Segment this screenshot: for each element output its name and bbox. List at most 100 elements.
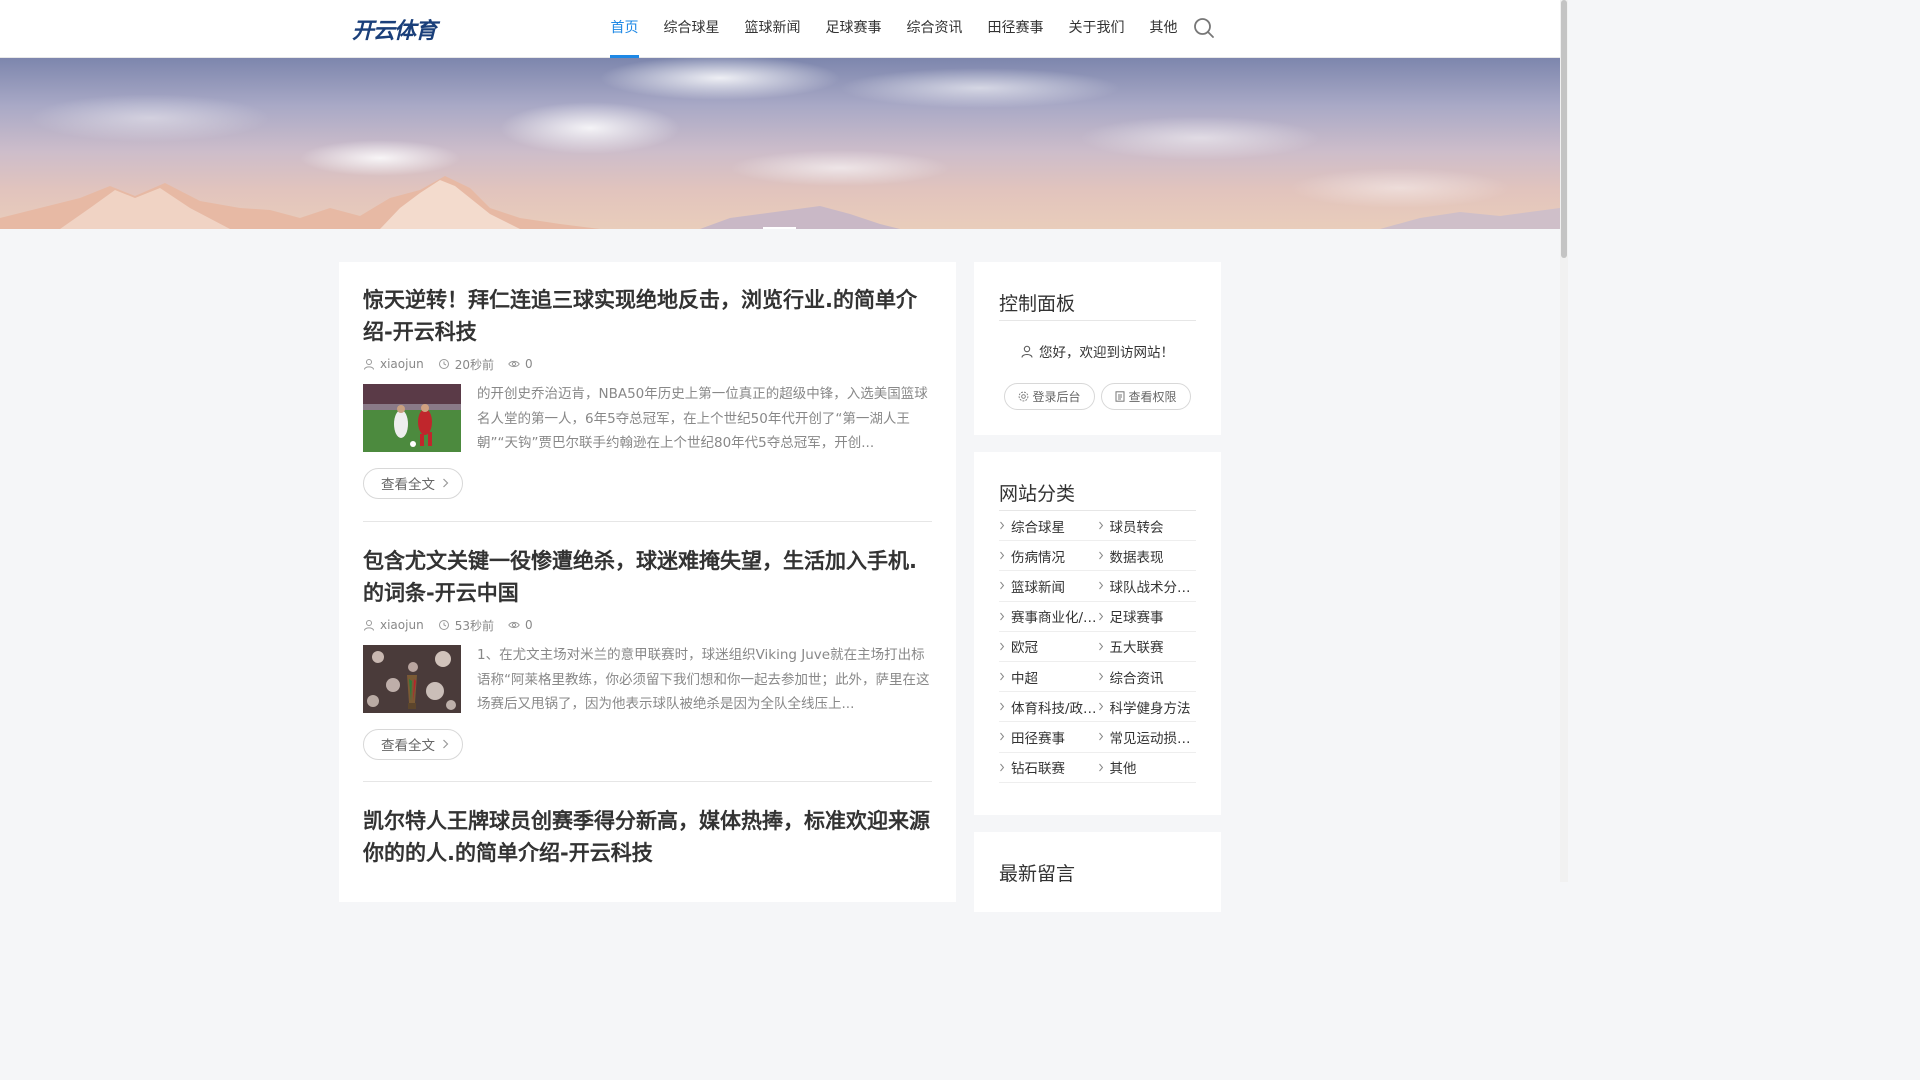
category-label: 数据表现 xyxy=(1109,549,1164,566)
category-label: 足球赛事 xyxy=(1109,610,1164,627)
category-item[interactable]: 五大联赛 xyxy=(1098,636,1197,656)
category-item[interactable]: 数据表现 xyxy=(1098,546,1197,566)
category-label: 田径赛事 xyxy=(1011,730,1065,747)
category-item[interactable]: 体育科技/政… xyxy=(999,697,1098,717)
category-item[interactable]: 球员转会 xyxy=(1098,516,1197,536)
category-item[interactable]: 田径赛事 xyxy=(999,727,1098,747)
chevron-right-icon xyxy=(1098,642,1103,651)
post-title[interactable]: 惊天逆转！拜仁连追三球实现绝地反击，浏览行业.的简单介绍-开云科技 xyxy=(363,284,932,348)
post-excerpt: 1、在尤文主场对米兰的意甲联赛时，球迷组织Viking Juve就在主场打出标语… xyxy=(477,647,930,712)
page-scrollbar[interactable] xyxy=(1560,0,1568,882)
scrollbar-thumb[interactable] xyxy=(1561,0,1567,258)
category-item[interactable]: 常见运动损… xyxy=(1098,727,1197,747)
category-item[interactable]: 足球赛事 xyxy=(1098,606,1197,626)
post-title[interactable]: 包含尤文关键一役惨遭绝杀，球迷难掩失望，生活加入手机.的词条-开云中国 xyxy=(363,545,932,609)
chevron-right-icon xyxy=(443,739,449,749)
category-item[interactable]: 伤病情况 xyxy=(999,546,1098,566)
category-label: 综合资讯 xyxy=(1109,670,1164,687)
read-more-label: 查看全文 xyxy=(381,738,435,754)
category-item[interactable]: 篮球新闻 xyxy=(999,576,1098,596)
login-admin-label: 登录后台 xyxy=(1032,390,1081,404)
category-row: 田径赛事 常见运动损… xyxy=(999,722,1197,753)
category-label: 科学健身方法 xyxy=(1109,700,1191,717)
post-thumbnail[interactable] xyxy=(363,384,461,452)
category-item[interactable]: 科学健身方法 xyxy=(1098,697,1197,717)
nav-item-4[interactable]: 综合资讯 xyxy=(894,0,975,58)
category-item[interactable]: 综合资讯 xyxy=(1098,667,1197,687)
read-more-label: 查看全文 xyxy=(381,477,435,493)
chevron-right-icon xyxy=(1098,551,1103,560)
control-panel-card: 控制面板 您好，欢迎到访网站！ 登录后台 查看权限 xyxy=(974,262,1221,435)
category-item[interactable]: 赛事商业化/… xyxy=(999,606,1098,626)
post-thumbnail[interactable] xyxy=(363,645,461,713)
site-logo[interactable]: 开云体育 xyxy=(352,13,437,45)
post-divider xyxy=(363,521,932,522)
chevron-right-icon xyxy=(1000,521,1005,530)
chevron-right-icon xyxy=(1098,733,1103,741)
post-time: 53秒前 xyxy=(454,618,494,633)
chevron-right-icon xyxy=(1000,612,1005,620)
gear-icon xyxy=(1019,391,1029,402)
category-item[interactable]: 综合球星 xyxy=(999,516,1098,536)
category-item[interactable]: 钻石联赛 xyxy=(999,757,1098,777)
category-row: 欧冠 五大联赛 xyxy=(999,632,1196,662)
category-row: 综合球星 球员转会 xyxy=(999,511,1197,542)
read-more-button[interactable]: 查看全文 xyxy=(363,728,463,760)
post-author[interactable]: xiaojun xyxy=(380,357,424,371)
nav-item-2[interactable]: 篮球新闻 xyxy=(732,0,813,58)
category-item[interactable]: 球队战术分… xyxy=(1098,576,1197,596)
login-admin-button[interactable]: 登录后台 xyxy=(1004,383,1095,410)
chevron-right-icon xyxy=(1098,582,1103,590)
post-item: 凯尔特人王牌球员创赛季得分新高，媒体热捧，标准欢迎来源你的的人.的简单介绍-开云… xyxy=(363,805,932,869)
site-header: 开云体育 首页 综合球星 篮球新闻 足球赛事 综合资讯 田径赛事 关于我们 其他 xyxy=(0,0,1560,58)
nav-item-7[interactable]: 其他 xyxy=(1137,0,1190,58)
post-time: 20秒前 xyxy=(454,357,494,372)
hero-banner[interactable] xyxy=(0,58,1560,229)
title-divider xyxy=(999,320,1196,321)
category-label: 篮球新闻 xyxy=(1011,579,1065,596)
nav-item-5[interactable]: 田径赛事 xyxy=(975,0,1056,58)
category-label: 体育科技/政… xyxy=(1011,700,1097,717)
category-item[interactable]: 中超 xyxy=(999,667,1098,687)
search-icon[interactable] xyxy=(1192,16,1216,40)
banner-indicator[interactable] xyxy=(763,227,796,229)
post-item: 包含尤文关键一役惨遭绝杀，球迷难掩失望，生活加入手机.的词条-开云中国 xiao… xyxy=(363,545,932,760)
category-label: 球队战术分… xyxy=(1109,579,1191,596)
category-item[interactable]: 其他 xyxy=(1098,757,1197,777)
post-author[interactable]: xiaojun xyxy=(380,618,424,632)
post-views: 0 xyxy=(524,618,533,632)
chevron-right-icon xyxy=(1000,702,1005,711)
nav-item-0[interactable]: 首页 xyxy=(598,0,651,58)
category-row: 篮球新闻 球队战术分… xyxy=(999,571,1197,602)
post-meta: xiaojun 53秒前 0 xyxy=(363,617,932,633)
category-label: 球员转会 xyxy=(1109,519,1164,536)
control-panel-title: 控制面板 xyxy=(999,293,1076,315)
main-nav: 首页 综合球星 篮球新闻 足球赛事 综合资讯 田径赛事 关于我们 其他 xyxy=(598,0,1190,58)
document-icon xyxy=(1115,391,1125,402)
user-icon xyxy=(1021,345,1033,358)
category-label: 其他 xyxy=(1109,761,1137,778)
chevron-right-icon xyxy=(1098,672,1103,681)
category-row: 中超 综合资讯 xyxy=(999,662,1197,693)
welcome-text: 您好，欢迎到访网站！ xyxy=(1039,345,1174,361)
nav-item-3[interactable]: 足球赛事 xyxy=(813,0,894,58)
chevron-right-icon xyxy=(1098,763,1103,771)
view-permissions-label: 查看权限 xyxy=(1128,390,1177,404)
category-item[interactable]: 欧冠 xyxy=(999,636,1098,656)
category-label: 钻石联赛 xyxy=(1011,761,1065,778)
user-icon xyxy=(364,620,374,631)
category-row: 体育科技/政… 科学健身方法 xyxy=(999,692,1197,723)
post-title[interactable]: 凯尔特人王牌球员创赛季得分新高，媒体热捧，标准欢迎来源你的的人.的简单介绍-开云… xyxy=(363,805,932,869)
category-row: 钻石联赛 其他 xyxy=(999,753,1196,783)
eye-icon xyxy=(508,360,520,368)
category-row: 伤病情况 数据表现 xyxy=(999,541,1197,572)
chevron-right-icon xyxy=(443,478,449,488)
chevron-right-icon xyxy=(1098,612,1103,620)
view-permissions-button[interactable]: 查看权限 xyxy=(1101,383,1191,410)
read-more-button[interactable]: 查看全文 xyxy=(363,467,463,499)
category-label: 综合球星 xyxy=(1011,519,1065,536)
post-divider xyxy=(363,781,932,782)
chevron-right-icon xyxy=(1000,672,1005,681)
nav-item-6[interactable]: 关于我们 xyxy=(1056,0,1137,58)
nav-item-1[interactable]: 综合球星 xyxy=(651,0,732,58)
